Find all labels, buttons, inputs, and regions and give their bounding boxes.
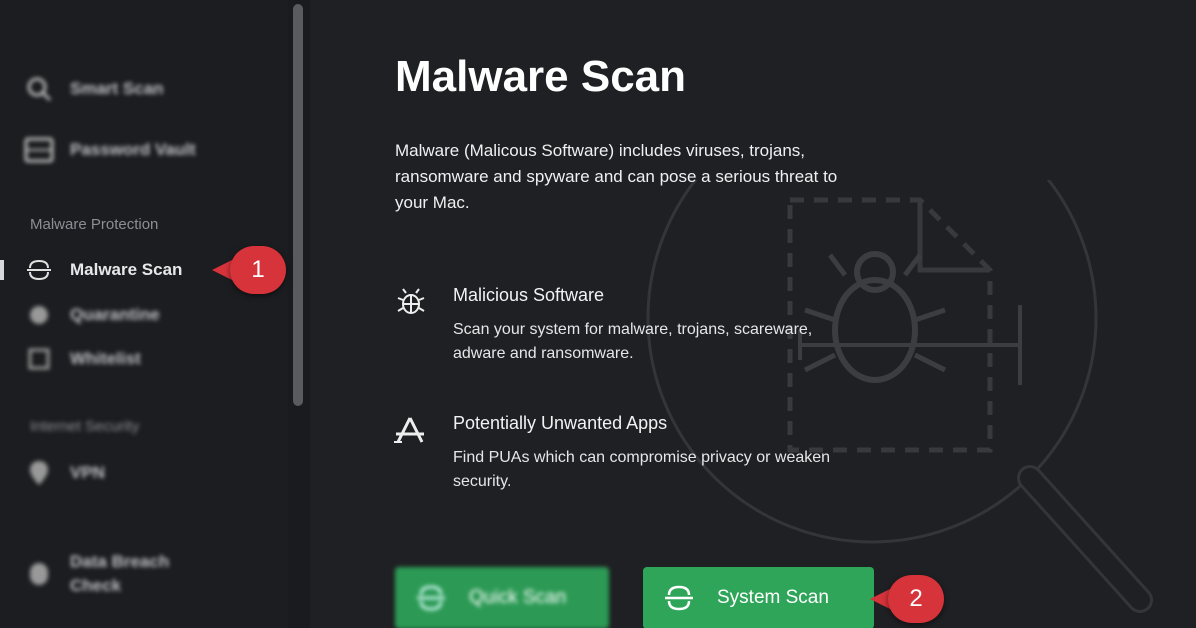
- callout-marker-1: 1: [212, 246, 286, 294]
- sidebar-item-password-vault[interactable]: Password Vault: [24, 135, 196, 165]
- callout-marker-2: 2: [870, 575, 944, 623]
- sidebar-item-malware-scan[interactable]: Malware Scan: [24, 255, 182, 285]
- sidebar-item-label: VPN: [70, 463, 105, 482]
- magnifier-bug-illustration: [646, 180, 1153, 613]
- sidebar-item-quarantine[interactable]: Quarantine: [24, 300, 160, 330]
- sidebar-item-label: Malware Scan: [70, 260, 183, 279]
- callout-number: 2: [888, 575, 944, 623]
- vault-icon: [24, 135, 54, 165]
- feature-title-malicious-software: Malicious Software: [453, 285, 605, 305]
- sidebar-item-label: Whitelist: [70, 349, 141, 368]
- active-item-indicator: [0, 260, 4, 280]
- quick-scan-button[interactable]: Quick Scan: [395, 567, 609, 628]
- sidebar-item-label: Password Vault: [70, 140, 196, 159]
- sidebar-item-label: Quarantine: [70, 305, 160, 324]
- magnifier-icon: [24, 74, 54, 104]
- sidebar-item-label: Data Breach Check: [70, 552, 170, 595]
- sidebar-item-whitelist[interactable]: Whitelist: [24, 344, 141, 374]
- page-title: Malware Scan: [395, 52, 687, 101]
- sidebar-item-data-breach-check[interactable]: Data Breach Check: [24, 550, 169, 598]
- location-pin-icon: [24, 458, 54, 488]
- scan-icon: [659, 578, 699, 618]
- data-breach-icon: [24, 559, 54, 589]
- bug-icon: [393, 283, 429, 319]
- sidebar-item-vpn[interactable]: VPN: [24, 458, 105, 488]
- section-label-internet-security: Internet Security: [30, 418, 140, 435]
- sidebar-item-smart-scan[interactable]: Smart Scan: [24, 74, 164, 104]
- feature-title-pua: Potentially Unwanted Apps: [453, 413, 668, 433]
- quarantine-icon: [24, 300, 54, 330]
- section-label-malware-protection: Malware Protection: [30, 216, 159, 233]
- sidebar-scrollbar-thumb[interactable]: [293, 4, 303, 406]
- feature-desc-pua: Find PUAs which can compromise privacy o…: [453, 449, 831, 490]
- system-scan-label: System Scan: [717, 587, 829, 608]
- callout-number: 1: [230, 246, 286, 294]
- whitelist-icon: [24, 344, 54, 374]
- feature-desc-malicious-software: Scan your system for malware, trojans, s…: [453, 321, 813, 362]
- page-description: Malware (Malicous Software) includes vir…: [395, 141, 838, 212]
- quick-scan-label: Quick Scan: [469, 587, 567, 608]
- malware-scan-icon: [24, 255, 54, 285]
- system-scan-button[interactable]: System Scan: [643, 567, 874, 628]
- app-store-icon: [392, 412, 428, 448]
- scan-icon: [411, 578, 451, 618]
- sidebar-item-label: Smart Scan: [70, 79, 164, 98]
